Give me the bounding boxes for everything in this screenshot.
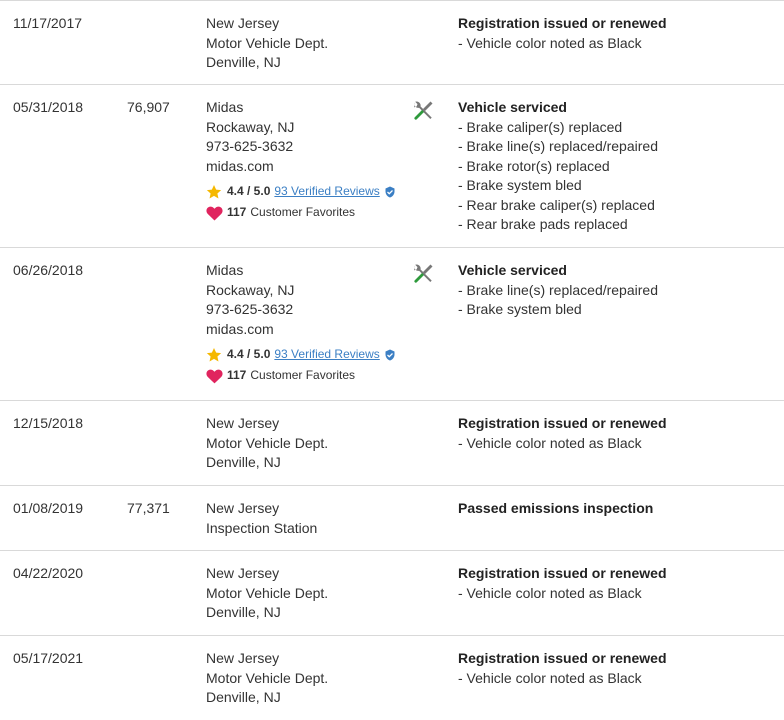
record-date: 04/22/2020	[13, 565, 84, 581]
source-line: Rockaway, NJ	[206, 118, 295, 135]
verified-reviews-link[interactable]: 93 Verified Reviews	[274, 182, 379, 202]
record-details: Vehicle serviced - Brake caliper(s) repl…	[458, 98, 658, 235]
record-details: Registration issued or renewed - Vehicle…	[458, 649, 667, 688]
detail-item: - Brake system bled	[458, 301, 582, 317]
detail-item: - Brake caliper(s) replaced	[458, 118, 623, 135]
record-source: New Jersey Motor Vehicle Dept. Denville,…	[206, 564, 328, 623]
source-line: Rockaway, NJ	[206, 281, 295, 298]
source-line: Motor Vehicle Dept.	[206, 584, 329, 601]
record-details: Vehicle serviced - Brake line(s) replace…	[458, 261, 658, 320]
record-date: 05/17/2021	[13, 650, 84, 666]
star-icon	[206, 348, 222, 362]
record-date: 01/08/2019	[13, 500, 84, 516]
detail-item: - Brake line(s) replaced/repaired	[458, 281, 658, 298]
detail-item: - Rear brake pads replaced	[458, 216, 628, 232]
event-title: Registration issued or renewed	[458, 415, 667, 431]
record-mileage: 76,907	[127, 99, 170, 115]
source-line: Midas	[206, 262, 244, 278]
favorites-line: 117 Customer Favorites	[206, 366, 396, 386]
source-line: Motor Vehicle Dept.	[206, 669, 329, 686]
record-source: Midas Rockaway, NJ 973-625-3632 midas.co…	[206, 98, 396, 223]
detail-item: - Vehicle color noted as Black	[458, 584, 642, 601]
history-row: 05/31/2018 76,907 Midas Rockaway, NJ 973…	[0, 85, 784, 248]
history-row: 04/22/2020 New Jersey Motor Vehicle Dept…	[0, 551, 784, 636]
source-line: Denville, NJ	[206, 604, 281, 620]
star-icon	[206, 185, 222, 199]
event-title: Vehicle serviced	[458, 99, 567, 115]
event-title: Registration issued or renewed	[458, 650, 667, 666]
history-row: 11/17/2017 New Jersey Motor Vehicle Dept…	[0, 1, 784, 85]
event-title: Registration issued or renewed	[458, 565, 667, 581]
record-details: Passed emissions inspection	[458, 499, 653, 519]
record-date: 12/15/2018	[13, 415, 84, 431]
verified-reviews-link[interactable]: 93 Verified Reviews	[274, 345, 379, 365]
rating-score: 4.4 / 5.0	[227, 347, 271, 362]
source-line: New Jersey	[206, 15, 280, 31]
heart-icon	[206, 206, 223, 221]
source-line: Inspection Station	[206, 519, 318, 536]
source-line: Midas	[206, 99, 244, 115]
verified-badge-icon	[385, 186, 395, 198]
rating-line: 4.4 / 5.0 93 Verified Reviews	[206, 345, 396, 365]
detail-item: - Rear brake caliper(s) replaced	[458, 196, 655, 213]
history-row: 01/08/2019 77,371 New Jersey Inspection …	[0, 486, 784, 551]
favorites-count: 117	[227, 205, 247, 220]
source-line: 973-625-3632	[206, 138, 294, 154]
source-line: New Jersey	[206, 650, 280, 666]
detail-item: - Vehicle color noted as Black	[458, 434, 642, 451]
record-source: New Jersey Motor Vehicle Dept. Denville,…	[206, 14, 328, 73]
source-line: New Jersey	[206, 415, 280, 431]
record-source: New Jersey Motor Vehicle Dept. Denville,…	[206, 414, 328, 473]
detail-item: - Brake system bled	[458, 177, 582, 193]
event-title: Registration issued or renewed	[458, 15, 667, 31]
source-line: Denville, NJ	[206, 54, 281, 70]
history-row: 06/26/2018 Midas Rockaway, NJ 973-625-36…	[0, 248, 784, 401]
favorites-count: 117	[227, 368, 247, 383]
rating-score: 4.4 / 5.0	[227, 184, 271, 199]
verified-badge-icon	[385, 349, 395, 361]
source-line: New Jersey	[206, 565, 280, 581]
record-details: Registration issued or renewed - Vehicle…	[458, 414, 667, 453]
source-line: Motor Vehicle Dept.	[206, 34, 329, 51]
record-mileage: 77,371	[127, 500, 170, 516]
source-line: Denville, NJ	[206, 689, 281, 705]
source-line: New Jersey	[206, 500, 280, 516]
heart-icon	[206, 369, 223, 384]
favorites-label: Customer Favorites	[250, 368, 356, 383]
record-date: 06/26/2018	[13, 262, 84, 278]
source-line: Motor Vehicle Dept.	[206, 434, 329, 451]
detail-item: - Vehicle color noted as Black	[458, 34, 642, 51]
source-line: 973-625-3632	[206, 301, 294, 317]
event-title: Vehicle serviced	[458, 262, 567, 278]
favorites-line: 117 Customer Favorites	[206, 203, 396, 223]
event-title: Passed emissions inspection	[458, 500, 654, 516]
source-line: midas.com	[206, 157, 274, 174]
detail-item: - Brake rotor(s) replaced	[458, 157, 610, 174]
record-date: 05/31/2018	[13, 99, 84, 115]
record-source: New Jersey Inspection Station	[206, 499, 317, 538]
history-row: 12/15/2018 New Jersey Motor Vehicle Dept…	[0, 401, 784, 486]
history-row: 05/17/2021 New Jersey Motor Vehicle Dept…	[0, 636, 784, 720]
wrench-screwdriver-icon	[414, 264, 433, 283]
rating-line: 4.4 / 5.0 93 Verified Reviews	[206, 182, 396, 202]
record-source: Midas Rockaway, NJ 973-625-3632 midas.co…	[206, 261, 396, 386]
source-line: Denville, NJ	[206, 454, 281, 470]
record-source: New Jersey Motor Vehicle Dept. Denville,…	[206, 649, 328, 708]
favorites-label: Customer Favorites	[250, 205, 356, 220]
record-details: Registration issued or renewed - Vehicle…	[458, 14, 667, 53]
record-date: 11/17/2017	[13, 15, 83, 31]
source-line: midas.com	[206, 320, 274, 337]
detail-item: - Vehicle color noted as Black	[458, 669, 642, 686]
wrench-screwdriver-icon	[414, 101, 433, 120]
detail-item: - Brake line(s) replaced/repaired	[458, 138, 658, 154]
record-details: Registration issued or renewed - Vehicle…	[458, 564, 667, 603]
